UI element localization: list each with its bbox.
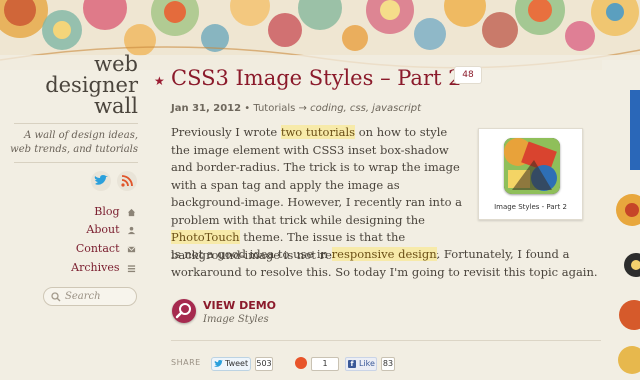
article-meta: Jan 31, 2012 • Tutorials → coding, css, … [171,103,422,114]
article-paragraph: Previously I wrote two tutorials on how … [171,124,467,264]
article-tags[interactable]: coding, css, javascript [310,103,421,114]
tweet-button[interactable]: Tweet [211,357,251,371]
article-paragraph-continued: is not a good idea to use in responsive … [171,246,601,281]
text-run: is not a good idea to use in [171,247,332,261]
comment-count-badge[interactable]: 48 [454,66,482,84]
list-icon [127,264,136,272]
mail-icon [127,245,136,252]
sidebar-item-archives[interactable]: Archives [40,260,136,276]
sidebar-item-label: Blog [94,205,120,218]
text-run: Previously I wrote [171,125,281,139]
view-demo-subtitle: Image Styles [203,314,269,325]
sidebar-item-label: Archives [71,261,120,274]
link-responsive-design[interactable]: responsive design [331,247,437,261]
site-logo[interactable]: web designer wall [14,54,138,117]
person-icon [127,226,136,234]
tweet-count: 503 [255,357,273,371]
divider [14,162,138,163]
sidebar-item-about[interactable]: About [40,222,136,238]
view-demo-link[interactable]: VIEW DEMO [203,299,276,312]
article-title[interactable]: CSS3 Image Styles – Part 2 [171,66,461,90]
thumbnail-image [504,138,560,194]
like-count: 83 [381,357,395,371]
text-run: on how to style the image element with C… [171,125,462,227]
article-thumbnail[interactable]: Image Styles - Part 2 [478,128,583,220]
logo-line: web [94,52,138,76]
link-two-tutorials[interactable]: two tutorials [280,125,356,139]
sidebar-item-label: About [86,223,120,236]
magnifier-icon[interactable] [172,299,196,323]
arrow-icon: → [298,103,307,114]
like-label: Like [359,359,375,368]
stumbleupon-icon[interactable] [295,357,307,369]
right-decoration [602,60,640,380]
divider [14,123,138,124]
search-placeholder: Search [65,291,101,302]
logo-line: designer [45,73,138,97]
tweet-label: Tweet [225,359,249,368]
link-phototouch[interactable]: PhotoTouch [171,230,240,244]
divider [171,340,601,341]
search-icon [51,292,61,302]
article-date: Jan 31, 2012 [171,103,242,114]
twitter-icon[interactable] [91,171,111,191]
rss-icon[interactable] [117,171,137,191]
search-input[interactable]: Search [43,287,137,306]
site-tagline: A wall of design ideas, web trends, and … [10,130,138,155]
sidebar-item-contact[interactable]: Contact [40,241,136,257]
thumbnail-caption: Image Styles - Part 2 [494,203,567,211]
star-icon: ★ [154,74,165,88]
twitter-bird-icon [214,360,223,367]
sidebar-item-blog[interactable]: Blog [40,204,136,220]
logo-line: wall [94,94,138,118]
share-label: SHARE [171,358,201,367]
facebook-icon: f [348,360,356,368]
stumbleupon-count: 1 [311,357,339,371]
sidebar-item-label: Contact [75,242,120,255]
facebook-like-button[interactable]: f Like [345,357,377,371]
home-icon [127,208,136,216]
article-category[interactable]: Tutorials [253,103,295,114]
